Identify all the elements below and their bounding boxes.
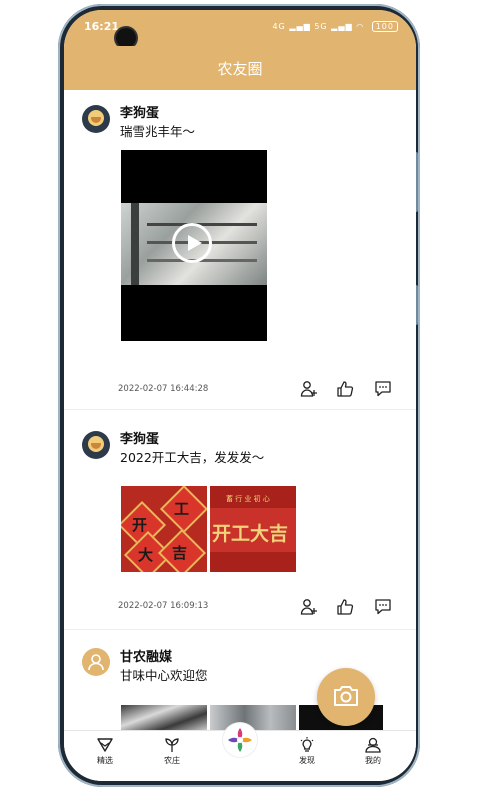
- post-1: 李狗蛋 瑞雪兆丰年～ 2022-02-07 16:44:28: [64, 90, 416, 408]
- post-text: 瑞雪兆丰年～: [120, 124, 196, 139]
- user-avatar[interactable]: [82, 105, 110, 133]
- image-char: 大: [138, 546, 154, 564]
- image-char: 开: [132, 516, 148, 534]
- status-indicators: 4G ▂▄▆ 5G ▂▄▆ ◠ 100: [272, 21, 398, 32]
- camera-post-button[interactable]: [317, 668, 375, 726]
- wifi-icon: ◠: [356, 22, 365, 31]
- app-logo-icon: [223, 723, 257, 757]
- play-icon[interactable]: [172, 223, 212, 263]
- image-headline: 开工大吉: [212, 523, 289, 545]
- like-icon[interactable]: [336, 380, 354, 398]
- tab-label: 农庄: [164, 756, 180, 765]
- tab-label: 发现: [299, 756, 315, 765]
- tab-mine[interactable]: 我的: [348, 737, 398, 766]
- post-username[interactable]: 李狗蛋: [120, 428, 159, 447]
- image-caption: 蓄 行 业 初 心: [226, 495, 270, 503]
- feed[interactable]: 李狗蛋 瑞雪兆丰年～ 2022-02-07 16:44:28 李狗蛋 2022开…: [64, 90, 416, 745]
- post-2: 李狗蛋 2022开工大吉，发发发～ 开 工 大 吉 蓄 行 业 初 心 开工大吉: [64, 415, 416, 627]
- tab-featured[interactable]: 精选: [80, 737, 130, 766]
- comment-icon[interactable]: [374, 380, 392, 398]
- signal-5g: 5G: [314, 22, 328, 31]
- battery-icon: 100: [371, 21, 398, 32]
- post-video[interactable]: [121, 150, 267, 341]
- tab-label: 我的: [365, 756, 381, 765]
- post-text: 甘味中心欢迎您: [120, 668, 208, 683]
- post-username[interactable]: 甘农融媒: [120, 646, 172, 665]
- post-actions: [296, 380, 416, 400]
- post-username[interactable]: 李狗蛋: [120, 102, 159, 121]
- sprout-icon: [165, 738, 179, 752]
- post-divider: [64, 629, 416, 630]
- post-text: 2022开工大吉，发发发～: [120, 450, 265, 465]
- post-timestamp: 2022-02-07 16:09:13: [118, 601, 209, 611]
- like-icon[interactable]: [336, 598, 354, 616]
- app-screen: 16:21 4G ▂▄▆ 5G ▂▄▆ ◠ 100 农友圈 李狗蛋 瑞雪兆丰年～…: [64, 10, 416, 781]
- post-divider: [64, 409, 416, 410]
- image-char: 吉: [172, 544, 188, 562]
- signal-bars-icon: ▂▄▆: [331, 22, 353, 31]
- front-camera: [116, 28, 136, 48]
- image-char: 工: [174, 500, 190, 518]
- bulb-icon: [300, 737, 314, 752]
- signal-bars-icon: ▂▄▆: [289, 22, 311, 31]
- header-bar: 农友圈: [64, 46, 416, 90]
- follow-user-icon[interactable]: [300, 380, 318, 398]
- comment-icon[interactable]: [374, 598, 392, 616]
- status-time: 16:21: [84, 20, 120, 33]
- follow-user-icon[interactable]: [300, 598, 318, 616]
- signal-4g: 4G: [272, 22, 286, 31]
- post-image-grid: 开 工 大 吉 蓄 行 业 初 心 开工大吉: [121, 486, 297, 572]
- post-timestamp: 2022-02-07 16:44:28: [118, 384, 209, 394]
- post-actions: [296, 598, 416, 618]
- user-avatar[interactable]: [82, 431, 110, 459]
- tab-discover[interactable]: 发现: [282, 737, 332, 766]
- featured-icon: [97, 738, 113, 752]
- tab-home-logo[interactable]: [222, 723, 258, 757]
- post-image[interactable]: 蓄 行 业 初 心 开工大吉: [210, 486, 296, 572]
- tab-farm[interactable]: 农庄: [147, 737, 197, 766]
- bottom-tab-bar: 精选 农庄 发现 我的: [64, 723, 416, 781]
- profile-icon: [365, 737, 381, 753]
- camera-icon: [334, 686, 358, 706]
- page-title: 农友圈: [217, 59, 263, 78]
- user-avatar[interactable]: [82, 648, 110, 676]
- tab-label: 精选: [97, 756, 113, 765]
- post-image[interactable]: 开 工 大 吉: [121, 486, 207, 572]
